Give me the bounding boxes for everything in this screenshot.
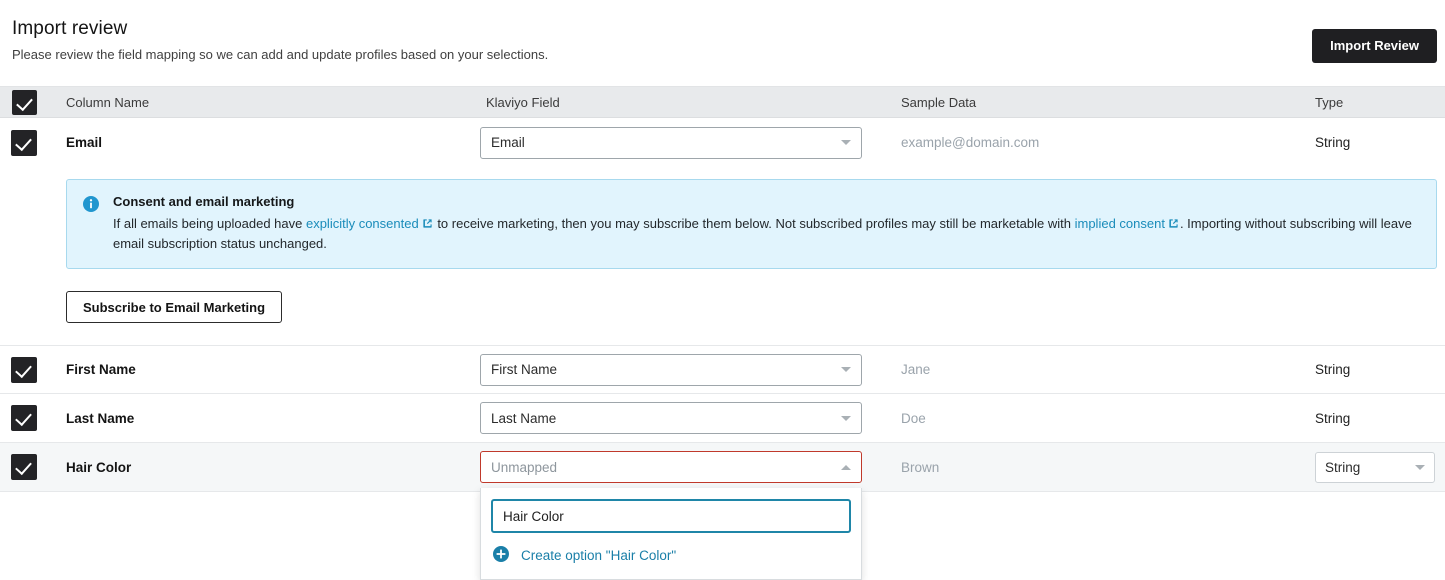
row-klaviyo-field-cell: Email: [480, 127, 895, 159]
chevron-down-icon: [841, 367, 851, 372]
import-review-button[interactable]: Import Review: [1312, 29, 1437, 63]
row-column-name: Hair Color: [48, 460, 480, 475]
klaviyo-field-select-email[interactable]: Email: [480, 127, 862, 159]
subscribe-to-email-marketing-button[interactable]: Subscribe to Email Marketing: [66, 291, 282, 323]
chevron-up-icon: [841, 465, 851, 470]
table-row: Email Email example@domain.com String: [0, 118, 1445, 167]
page-header: Import review Please review the field ma…: [0, 0, 1445, 86]
table-row: Hair Color Unmapped Create option "H: [0, 443, 1445, 492]
row-klaviyo-field-cell: Last Name: [480, 402, 895, 434]
consent-banner-section: Consent and email marketing If all email…: [0, 167, 1445, 269]
klaviyo-field-select-last-name[interactable]: Last Name: [480, 402, 862, 434]
row-sample-data: Doe: [895, 411, 1307, 426]
external-link-icon-1: [422, 215, 433, 234]
type-select-hair-color[interactable]: String: [1315, 452, 1435, 483]
header-klaviyo-field: Klaviyo Field: [480, 95, 895, 110]
row-sample-data: Brown: [895, 460, 1307, 475]
chevron-down-icon: [1415, 465, 1425, 470]
consent-banner-text: If all emails being uploaded have explic…: [113, 214, 1420, 253]
header-type: Type: [1307, 95, 1445, 110]
implied-consent-link[interactable]: implied consent: [1075, 216, 1165, 231]
table-row: First Name First Name Jane String: [0, 345, 1445, 394]
row-column-name: Last Name: [48, 411, 480, 426]
row-column-name: First Name: [48, 362, 480, 377]
dropdown-search-input[interactable]: [491, 499, 851, 533]
create-option-label: Create option "Hair Color": [521, 548, 676, 563]
create-option-item[interactable]: Create option "Hair Color": [491, 533, 851, 579]
row-select-cell: [0, 405, 48, 431]
klaviyo-field-value: Unmapped: [491, 460, 835, 475]
row-checkbox-last-name[interactable]: [11, 405, 37, 431]
plus-circle-icon: [493, 546, 509, 565]
row-type: String: [1307, 362, 1445, 377]
klaviyo-field-value: Last Name: [491, 411, 835, 426]
select-all-cell: [0, 90, 48, 115]
table-header-row: Column Name Klaviyo Field Sample Data Ty…: [0, 87, 1445, 118]
consent-banner-title: Consent and email marketing: [113, 194, 1420, 209]
import-review-table: Column Name Klaviyo Field Sample Data Ty…: [0, 86, 1445, 492]
type-value: String: [1325, 460, 1409, 475]
row-klaviyo-field-cell: First Name: [480, 354, 895, 386]
row-checkbox-first-name[interactable]: [11, 357, 37, 383]
row-sample-data: example@domain.com: [895, 135, 1307, 150]
row-checkbox-hair-color[interactable]: [11, 454, 37, 480]
info-icon: [83, 196, 99, 253]
row-type: String: [1307, 135, 1445, 150]
row-select-cell: [0, 454, 48, 480]
row-type: String: [1307, 411, 1445, 426]
consent-text-2: to receive marketing, then you may subsc…: [434, 216, 1075, 231]
klaviyo-field-value: First Name: [491, 362, 835, 377]
klaviyo-field-dropdown-menu: Create option "Hair Color": [480, 488, 862, 580]
subscribe-section: Subscribe to Email Marketing: [0, 269, 1445, 345]
row-klaviyo-field-cell: Unmapped Create option "Hair Color": [480, 451, 895, 483]
consent-banner-body: Consent and email marketing If all email…: [113, 194, 1420, 253]
select-all-checkbox[interactable]: [12, 90, 37, 115]
chevron-down-icon: [841, 140, 851, 145]
page-title: Import review: [12, 18, 1445, 40]
consent-banner: Consent and email marketing If all email…: [66, 179, 1437, 269]
row-column-name: Email: [48, 135, 480, 150]
table-row: Last Name Last Name Doe String: [0, 394, 1445, 443]
header-sample-data: Sample Data: [895, 95, 1307, 110]
consent-text-1: If all emails being uploaded have: [113, 216, 306, 231]
row-sample-data: Jane: [895, 362, 1307, 377]
external-link-icon-2: [1168, 215, 1179, 234]
klaviyo-field-select-first-name[interactable]: First Name: [480, 354, 862, 386]
header-column-name: Column Name: [48, 95, 480, 110]
row-select-cell: [0, 130, 48, 156]
explicitly-consented-link[interactable]: explicitly consented: [306, 216, 419, 231]
klaviyo-field-select-hair-color[interactable]: Unmapped: [480, 451, 862, 483]
row-checkbox-email[interactable]: [11, 130, 37, 156]
row-type-cell: String: [1307, 452, 1445, 483]
row-select-cell: [0, 357, 48, 383]
chevron-down-icon: [841, 416, 851, 421]
klaviyo-field-value: Email: [491, 135, 835, 150]
page-subtitle: Please review the field mapping so we ca…: [12, 47, 1445, 62]
